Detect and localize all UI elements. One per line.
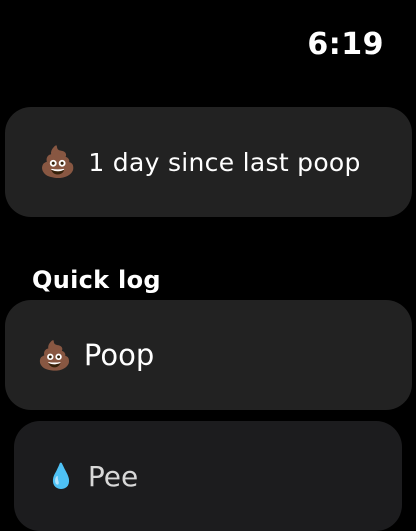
- log-poop-button[interactable]: 💩 Poop: [5, 300, 412, 410]
- status-time: 6:19: [307, 27, 384, 62]
- quick-log-section-label: Quick log: [32, 266, 161, 294]
- log-pee-label: Pee: [87, 459, 139, 493]
- log-pee-button[interactable]: 💧 Pee: [14, 421, 402, 531]
- last-poop-summary-card[interactable]: 💩 1 day since last poop: [5, 107, 412, 217]
- summary-text: 1 day since last poop: [88, 147, 361, 177]
- poop-emoji-icon: 💩: [39, 144, 77, 180]
- poop-emoji-icon: 💩: [37, 338, 72, 372]
- droplet-emoji-icon: 💧: [46, 462, 76, 490]
- log-poop-label: Poop: [83, 338, 155, 372]
